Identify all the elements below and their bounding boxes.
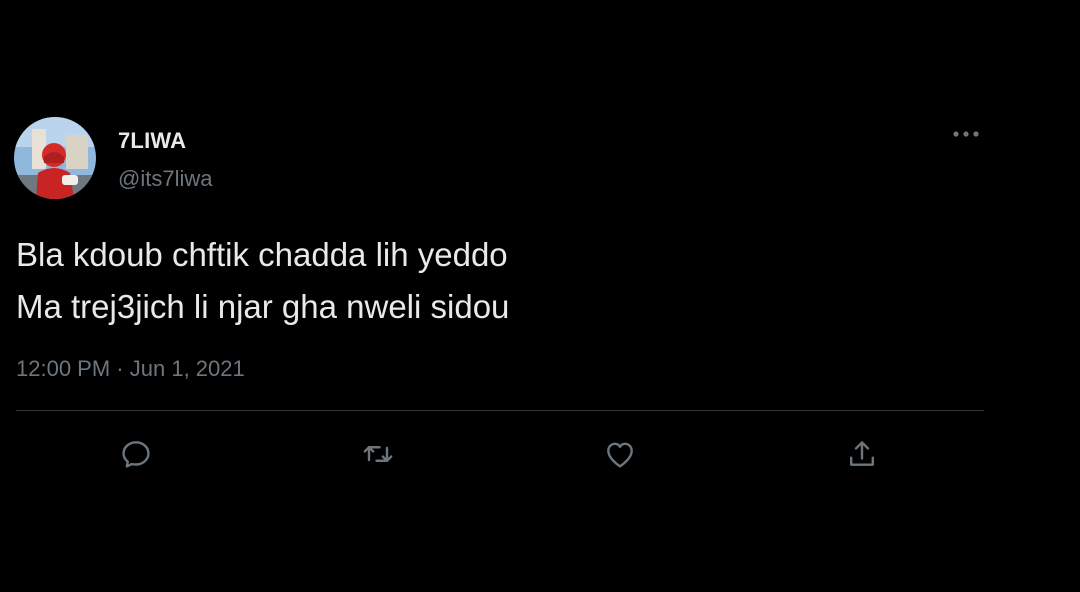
reply-button[interactable] xyxy=(114,432,158,476)
tweet-time: 12:00 PM xyxy=(16,356,111,381)
tweet-date: Jun 1, 2021 xyxy=(129,356,245,381)
timestamp-separator: · xyxy=(116,356,124,381)
more-horizontal-icon xyxy=(953,131,979,137)
tweet-text: Bla kdoub chftik chadda lih yeddo Ma tre… xyxy=(16,229,976,333)
avatar[interactable] xyxy=(14,117,96,199)
retweet-button[interactable] xyxy=(356,432,400,476)
tweet-text-line: Bla kdoub chftik chadda lih yeddo xyxy=(16,236,508,273)
divider xyxy=(16,410,984,411)
tweet-card: 7LIWA @its7liwa Bla kdoub chftik chadda … xyxy=(0,0,1080,592)
avatar-image xyxy=(14,117,96,199)
reply-icon xyxy=(122,441,150,468)
share-icon xyxy=(850,441,874,466)
user-handle[interactable]: @its7liwa xyxy=(118,166,212,192)
like-button[interactable] xyxy=(598,432,642,476)
display-name[interactable]: 7LIWA xyxy=(118,128,186,154)
retweet-icon xyxy=(363,446,393,462)
share-button[interactable] xyxy=(840,432,884,476)
timestamp[interactable]: 12:00 PM · Jun 1, 2021 xyxy=(16,356,245,382)
heart-icon xyxy=(607,442,633,468)
more-options-button[interactable] xyxy=(944,120,988,148)
tweet-text-line: Ma trej3jich li njar gha nweli sidou xyxy=(16,288,510,325)
